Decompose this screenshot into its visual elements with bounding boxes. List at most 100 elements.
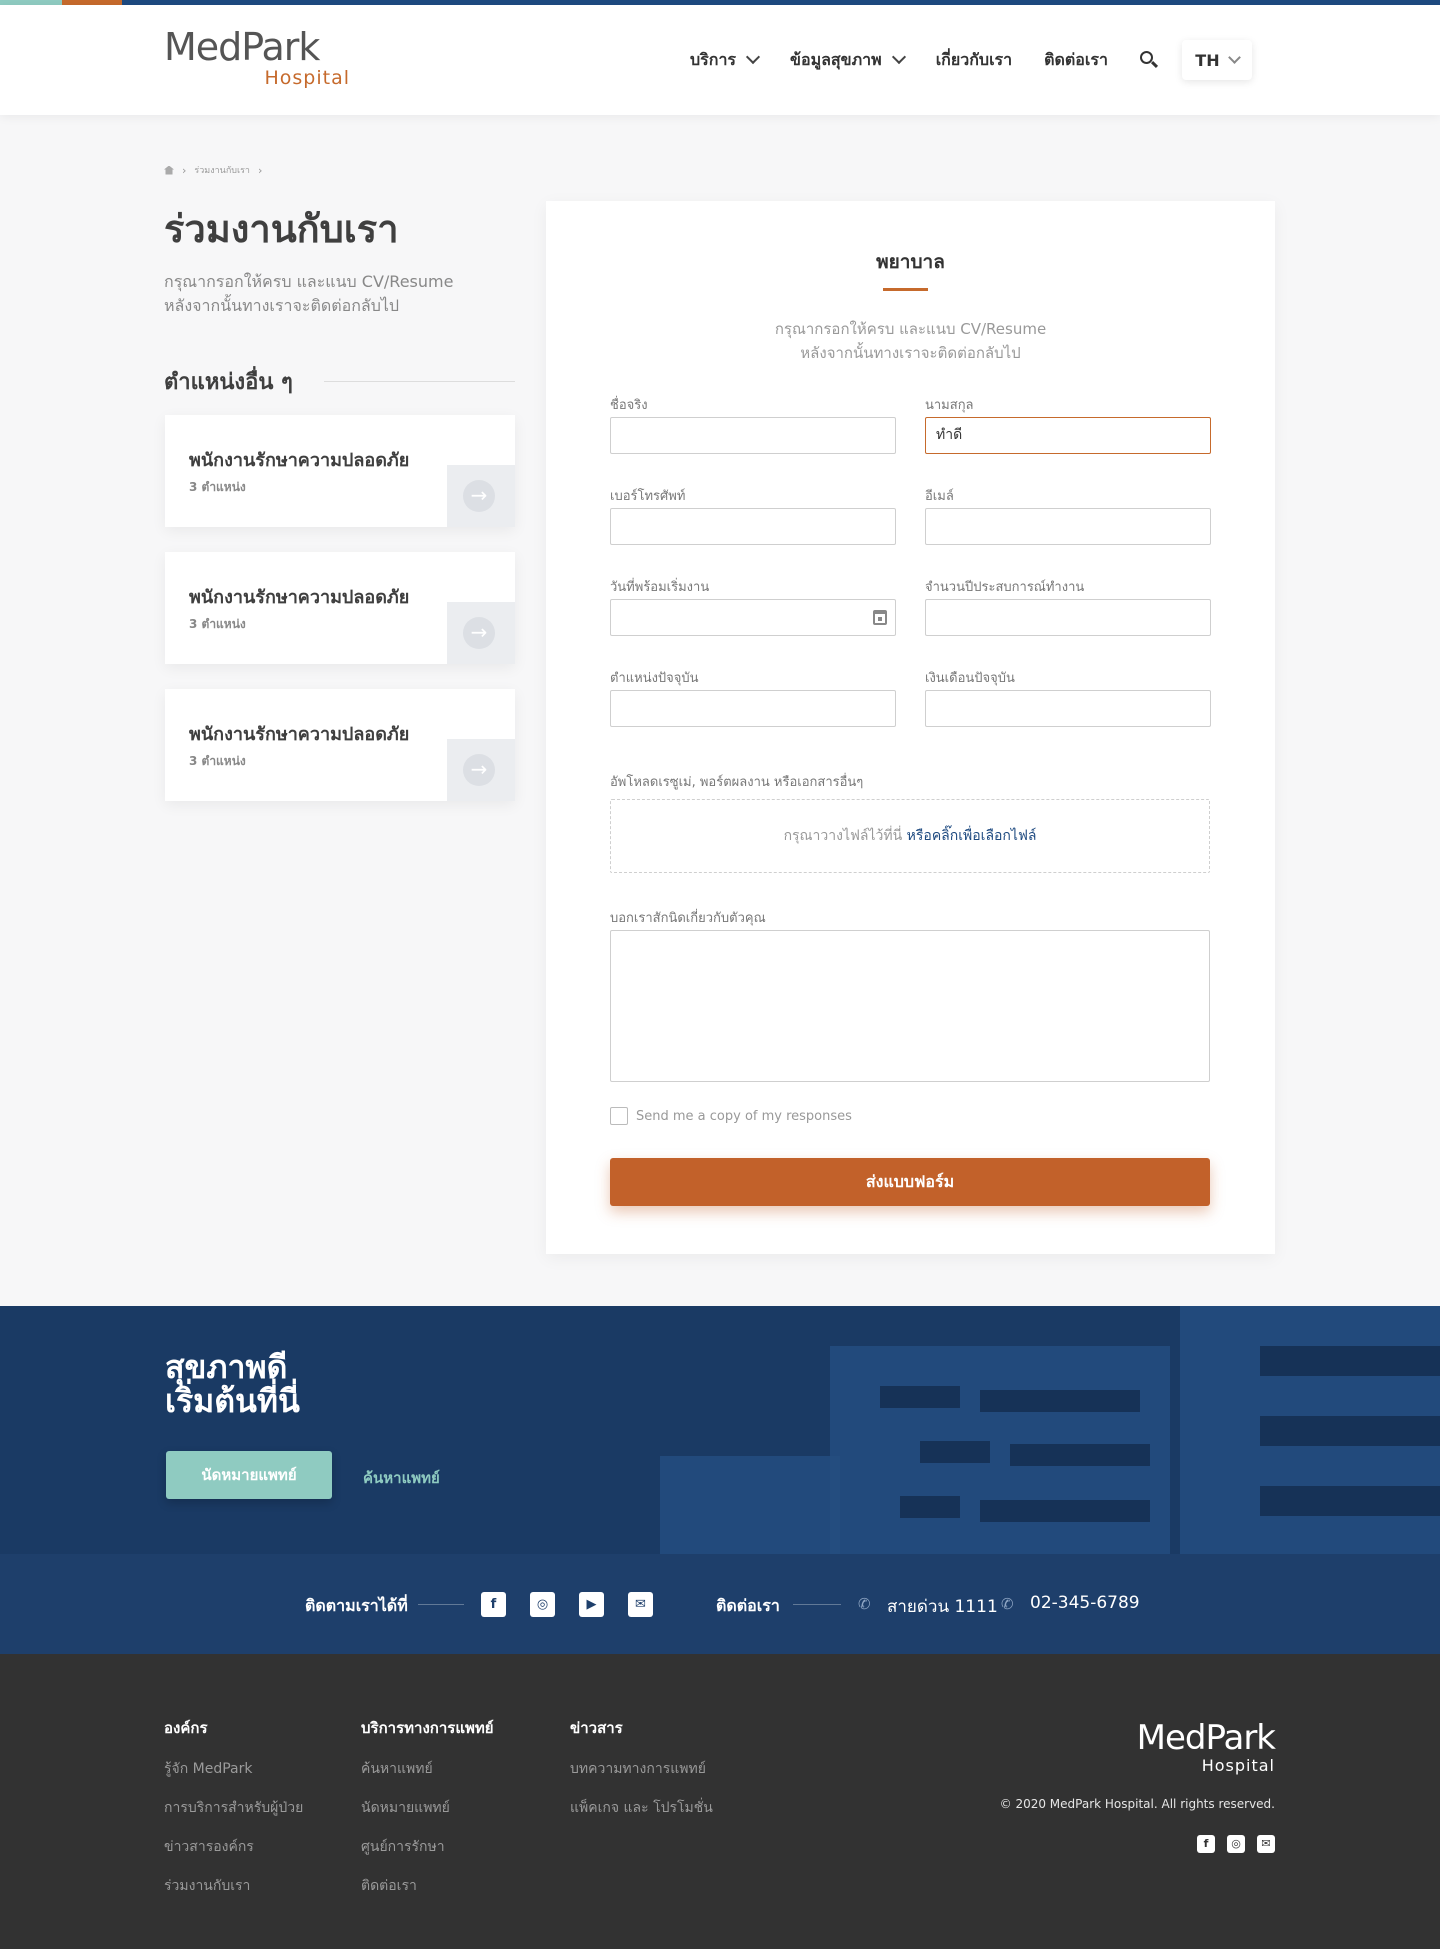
main-nav: บริการ ข้อมูลสุขภาพ เกี่ยวกับเรา ติดต่อเ… [690, 5, 1252, 115]
site-header: MedPark Hospital บริการ ข้อมูลสุขภาพ เกี… [0, 5, 1440, 115]
job-count: 3 ตำแหน่ง [189, 617, 246, 631]
chevron-down-icon [745, 49, 761, 65]
divider [793, 1604, 841, 1605]
about-label: บอกเราสักนิดเกี่ยวกับตัวคุณ [610, 911, 766, 926]
youtube-icon[interactable]: ▶ [579, 1592, 604, 1617]
email-label: อีเมล์ [925, 489, 954, 504]
footer-col-news: ข่าวสาร บทความทางการแพทย์ แพ็คเกจ และ โป… [570, 1716, 713, 1836]
arrow-right-icon: → [463, 480, 495, 512]
about-textarea[interactable] [610, 930, 1210, 1082]
calendar-icon[interactable] [873, 610, 887, 625]
divider [418, 1604, 464, 1605]
copy-checkbox-label[interactable]: Send me a copy of my responses [636, 1109, 852, 1124]
start-date-label: วันที่พร้อมเริ่มงาน [610, 580, 710, 595]
job-title: พนักงานรักษาความปลอดภัย [189, 724, 410, 745]
building-graphic [660, 1456, 840, 1554]
footer-link[interactable]: ติดต่อเรา [361, 1875, 494, 1897]
job-card[interactable]: พนักงานรักษาความปลอดภัย 3 ตำแหน่ง → [165, 552, 515, 664]
cta-title: สุขภาพดี เริ่มต้นที่นี่ [165, 1348, 300, 1420]
divider [324, 381, 515, 382]
breadcrumb: › ร่วมงานกับเรา › [164, 163, 262, 177]
email-field[interactable] [925, 508, 1211, 545]
home-icon[interactable] [164, 165, 174, 175]
instagram-icon[interactable]: ◎ [530, 1592, 555, 1617]
job-card[interactable]: พนักงานรักษาความปลอดภัย 3 ตำแหน่ง → [165, 415, 515, 527]
other-positions-heading: ตำแหน่งอื่น ๆ [164, 370, 293, 395]
medpark-logo[interactable]: MedPark Hospital [164, 27, 364, 97]
phone-number[interactable]: 02-345-6789 [1030, 1593, 1140, 1613]
facebook-icon[interactable]: f [481, 1592, 506, 1617]
facebook-icon[interactable]: f [1197, 1835, 1215, 1853]
job-count: 3 ตำแหน่ง [189, 480, 246, 494]
submit-button[interactable]: ส่งแบบฟอร์ม [610, 1158, 1210, 1206]
current-salary-label: เงินเดือนปัจจุบัน [925, 671, 1015, 686]
footer-logo[interactable]: MedPark Hospital [1137, 1720, 1276, 1775]
footer-link[interactable]: ศูนย์การรักษา [361, 1836, 494, 1858]
choose-file-link[interactable]: หรือคลิ๊กเพื่อเลือกไฟล์ [907, 828, 1037, 844]
chevron-right-icon: › [182, 163, 187, 177]
first-name-field[interactable] [610, 417, 896, 454]
nav-contact[interactable]: ติดต่อเรา [1044, 48, 1108, 73]
cta-banner: สุขภาพดี เริ่มต้นที่นี่ นัดหมายแพทย์ ค้น… [0, 1306, 1440, 1554]
experience-label: จำนวนปีประสบการณ์ทำงาน [925, 580, 1085, 595]
instagram-icon[interactable]: ◎ [1227, 1835, 1245, 1853]
follow-label: ติดตามเราได้ที่ [305, 1596, 408, 1615]
page-lead: กรุณากรอกให้ครบ และแนบ CV/Resume หลังจาก… [164, 272, 454, 315]
experience-field[interactable] [925, 599, 1211, 636]
job-title: พนักงานรักษาความปลอดภัย [189, 587, 410, 608]
footer-link[interactable]: การบริการสำหรับผู้ป่วย [164, 1797, 303, 1819]
job-card-go[interactable]: → [447, 739, 515, 801]
current-position-label: ตำแหน่งปัจจุบัน [610, 671, 699, 686]
last-name-label: นามสกุล [925, 398, 974, 413]
email-icon[interactable]: ✉ [1257, 1835, 1275, 1853]
first-name-label: ชื่อจริง [610, 398, 648, 413]
footer-link[interactable]: รู้จัก MedPark [164, 1758, 303, 1780]
job-count: 3 ตำแหน่ง [189, 754, 246, 768]
nav-health-info[interactable]: ข้อมูลสุขภาพ [790, 48, 906, 73]
arrow-right-icon: → [463, 617, 495, 649]
footer-link[interactable]: นัดหมายแพทย์ [361, 1797, 494, 1819]
nav-services[interactable]: บริการ [690, 48, 761, 73]
language-selector[interactable]: TH [1181, 40, 1252, 80]
find-doctor-link[interactable]: ค้นหาแพทย์ [363, 1466, 440, 1490]
phone-field[interactable] [610, 508, 896, 545]
footer-link[interactable]: บทความทางการแพทย์ [570, 1758, 713, 1780]
footer-social-icons: f ◎ ✉ [1197, 1835, 1275, 1853]
phone-icon: ✆ [858, 1595, 871, 1613]
footer-link[interactable]: ค้นหาแพทย์ [361, 1758, 494, 1780]
upload-label: อัพโหลดเรซูเม่, พอร์ตผลงาน หรือเอกสารอื่… [610, 775, 864, 790]
phone-icon: ✆ [1001, 1595, 1014, 1613]
contact-label: ติดต่อเรา [716, 1596, 780, 1615]
footer-link[interactable]: ข่าวสารองค์กร [164, 1836, 303, 1858]
page-title: ร่วมงานกับเรา [164, 207, 399, 251]
breadcrumb-current[interactable]: ร่วมงานกับเรา [194, 163, 250, 177]
file-dropzone[interactable]: กรุณาวางไฟล์ไว้ที่นี่ หรือคลิ๊กเพื่อเลือ… [610, 799, 1210, 873]
footer-col-medical: บริการทางการแพทย์ ค้นหาแพทย์ นัดหมายแพทย… [361, 1716, 494, 1914]
job-card-go[interactable]: → [447, 602, 515, 664]
chevron-down-icon [1227, 51, 1241, 64]
last-name-field[interactable]: ทำดี [925, 417, 1211, 454]
job-card-go[interactable]: → [447, 465, 515, 527]
form-title: พยาบาล [876, 251, 945, 273]
application-form: พยาบาล กรุณากรอกให้ครบ และแนบ CV/Resume … [546, 201, 1275, 1254]
job-title: พนักงานรักษาความปลอดภัย [189, 450, 410, 471]
chevron-down-icon [891, 49, 906, 65]
footer-link[interactable]: ร่วมงานกับเรา [164, 1875, 303, 1897]
start-date-field[interactable] [610, 599, 896, 636]
search-icon[interactable] [1139, 51, 1158, 69]
footer-link[interactable]: แพ็คเกจ และ โปรโมชั่น [570, 1797, 713, 1819]
footer-col-organization: องค์กร รู้จัก MedPark การบริการสำหรับผู้… [164, 1716, 303, 1914]
form-description: กรุณากรอกให้ครบ และแนบ CV/Resume หลังจาก… [774, 320, 1047, 362]
current-position-field[interactable] [610, 690, 896, 727]
copyright: © 2020 MedPark Hospital. All rights rese… [999, 1797, 1275, 1811]
job-card[interactable]: พนักงานรักษาความปลอดภัย 3 ตำแหน่ง → [165, 689, 515, 801]
appointment-button[interactable]: นัดหมายแพทย์ [166, 1451, 332, 1499]
email-icon[interactable]: ✉ [628, 1592, 653, 1617]
social-bar: ติดตามเราได้ที่ f ◎ ▶ ✉ ติดต่อเรา ✆ สายด… [0, 1554, 1440, 1654]
chevron-right-icon: › [257, 163, 263, 177]
current-salary-field[interactable] [925, 690, 1211, 727]
nav-about[interactable]: เกี่ยวกับเรา [936, 48, 1012, 73]
copy-checkbox[interactable] [610, 1107, 628, 1125]
phone-label: เบอร์โทรศัพท์ [610, 489, 686, 504]
hotline-number[interactable]: สายด่วน 1111 [887, 1593, 998, 1620]
